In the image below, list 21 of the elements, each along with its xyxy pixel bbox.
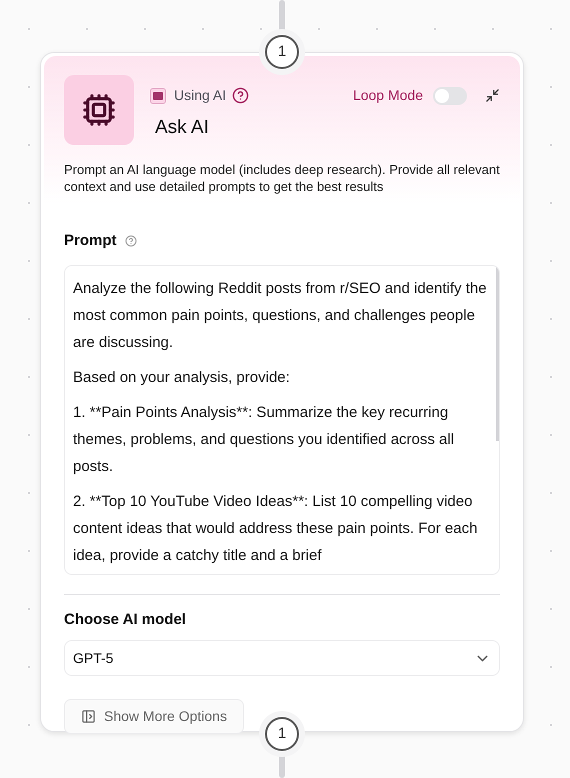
prompt-paragraph: Analyze the following Reddit posts from r/SEO and identify the most common pain points, questions, and challenges people are discussing. <box>73 278 488 352</box>
show-more-options-button[interactable]: Show More Options <box>64 699 244 734</box>
prompt-paragraph: 2. **Top 10 YouTube Video Ideas**: List 10 compelling video content ideas that would address these pain points. For each idea, provide a catchy title and a brief <box>73 492 478 566</box>
prompt-paragraph: Based on your analysis, provide: <box>73 368 291 388</box>
node-description: Prompt an AI language model (includes deep research). Provide all relevant context and use detailed prompts to get the best results <box>64 161 500 195</box>
help-icon[interactable] <box>124 235 136 248</box>
prompt-field[interactable] <box>64 264 500 574</box>
chip-icon <box>82 93 116 127</box>
model-select[interactable]: GPT-5 <box>64 640 500 676</box>
prompt-paragraph: 1. **Pain Points Analysis**: Summarize the key recurring themes, problems, and questions you identified across all posts. <box>73 402 456 476</box>
prompt-label: Prompt <box>64 231 116 251</box>
help-icon[interactable] <box>232 87 250 104</box>
loop-mode-label: Loop Mode <box>352 86 423 105</box>
model-label: Choose AI model <box>64 610 187 630</box>
panel-icon <box>81 709 96 724</box>
node-title: Ask AI <box>155 116 210 140</box>
ai-chip-icon <box>150 88 166 104</box>
scrollbar-thumb[interactable] <box>496 266 499 440</box>
loop-mode-switch[interactable] <box>433 86 467 104</box>
badge-label: Using AI <box>174 86 226 105</box>
collapse-icon[interactable] <box>485 88 500 103</box>
